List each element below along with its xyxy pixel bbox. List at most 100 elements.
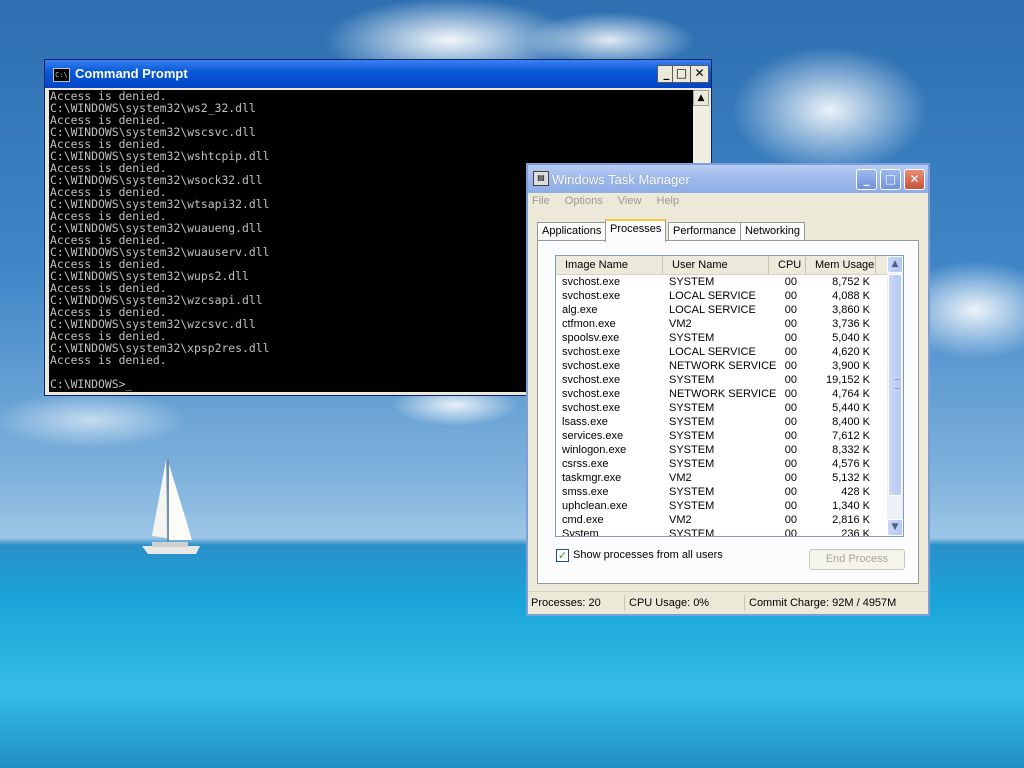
process-mem-usage: 19,152 K [825, 374, 870, 386]
process-user-name: SYSTEM [669, 430, 715, 442]
table-row[interactable]: lsass.exe SYSTEM 00 8,400 K [556, 415, 888, 429]
table-row[interactable]: taskmgr.exe VM2 00 5,132 K [556, 471, 888, 485]
process-list[interactable]: Image Name User Name CPU Mem Usage svcho… [555, 255, 904, 537]
process-list-scrollbar[interactable]: ▲ ▼ [887, 256, 903, 536]
table-row[interactable]: svchost.exe LOCAL SERVICE 00 4,088 K [556, 289, 888, 303]
task-manager-icon: ▤ [533, 171, 549, 186]
task-manager-titlebar[interactable]: ▤ Windows Task Manager _ □ ✕ [528, 165, 928, 193]
process-list-header: Image Name User Name CPU Mem Usage [556, 256, 888, 275]
process-mem-usage: 428 K [841, 486, 870, 498]
end-process-button[interactable]: End Process [809, 549, 905, 570]
process-user-name: SYSTEM [669, 374, 715, 386]
process-cpu: 00 [784, 276, 797, 288]
table-row[interactable]: cmd.exe VM2 00 2,816 K [556, 513, 888, 527]
process-user-name: LOCAL SERVICE [669, 346, 756, 358]
table-row[interactable]: smss.exe SYSTEM 00 428 K [556, 485, 888, 499]
menu-file[interactable]: File [532, 195, 550, 207]
process-mem-usage: 5,440 K [832, 402, 870, 414]
process-mem-usage: 8,752 K [832, 276, 870, 288]
table-row[interactable]: svchost.exe SYSTEM 00 5,440 K [556, 401, 888, 415]
process-user-name: SYSTEM [669, 332, 715, 344]
table-row[interactable]: spoolsv.exe SYSTEM 00 5,040 K [556, 331, 888, 345]
menu-help[interactable]: Help [657, 195, 680, 207]
show-all-users-checkbox[interactable]: ✓ [556, 549, 569, 562]
menu-options[interactable]: Options [565, 195, 603, 207]
process-mem-usage: 8,400 K [832, 416, 870, 428]
process-cpu: 00 [784, 332, 797, 344]
scroll-up-arrow-icon[interactable]: ▲ [693, 90, 709, 106]
table-row[interactable]: svchost.exe SYSTEM 00 19,152 K [556, 373, 888, 387]
processes-panel: Image Name User Name CPU Mem Usage svcho… [537, 240, 919, 584]
table-row[interactable]: uphclean.exe SYSTEM 00 1,340 K [556, 499, 888, 513]
status-bar: Processes: 20 CPU Usage: 0% Commit Charg… [528, 591, 928, 614]
process-image-name: lsass.exe [562, 416, 608, 428]
process-cpu: 00 [784, 360, 797, 372]
process-image-name: svchost.exe [562, 346, 621, 358]
scroll-thumb[interactable] [888, 274, 902, 496]
table-row[interactable]: svchost.exe SYSTEM 00 8,752 K [556, 275, 888, 289]
process-mem-usage: 8,332 K [832, 444, 870, 456]
task-manager-window[interactable]: ▤ Windows Task Manager _ □ ✕ File Option… [526, 163, 930, 616]
process-mem-usage: 7,612 K [832, 430, 870, 442]
process-cpu: 00 [784, 486, 797, 498]
process-user-name: VM2 [669, 514, 692, 526]
tab-applications[interactable]: Applications [537, 222, 607, 240]
scroll-down-arrow-icon[interactable]: ▼ [887, 519, 903, 536]
process-cpu: 00 [784, 430, 797, 442]
process-image-name: winlogon.exe [562, 444, 627, 456]
command-prompt-titlebar[interactable]: C:\ Command Prompt _ □ ✕ [45, 60, 711, 88]
table-row[interactable]: svchost.exe LOCAL SERVICE 00 4,620 K [556, 345, 888, 359]
process-image-name: spoolsv.exe [562, 332, 620, 344]
process-mem-usage: 4,576 K [832, 458, 870, 470]
process-mem-usage: 236 K [841, 528, 870, 537]
minimize-button[interactable]: _ [856, 169, 877, 190]
menu-bar: File Options View Help [532, 195, 691, 213]
maximize-button[interactable]: □ [672, 65, 691, 83]
tab-processes[interactable]: Processes [605, 219, 667, 242]
process-mem-usage: 5,040 K [832, 332, 870, 344]
table-row[interactable]: svchost.exe NETWORK SERVICE 00 3,900 K [556, 359, 888, 373]
process-cpu: 00 [784, 290, 797, 302]
column-cpu[interactable]: CPU [769, 256, 806, 274]
column-image-name[interactable]: Image Name [556, 256, 663, 274]
close-button[interactable]: ✕ [690, 65, 709, 83]
process-cpu: 00 [784, 500, 797, 512]
table-row[interactable]: csrss.exe SYSTEM 00 4,576 K [556, 457, 888, 471]
process-cpu: 00 [784, 388, 797, 400]
process-image-name: svchost.exe [562, 402, 621, 414]
process-mem-usage: 3,860 K [832, 304, 870, 316]
process-cpu: 00 [784, 416, 797, 428]
process-cpu: 00 [784, 374, 797, 386]
process-user-name: VM2 [669, 472, 692, 484]
process-user-name: NETWORK SERVICE [669, 388, 777, 400]
process-mem-usage: 1,340 K [832, 500, 870, 512]
scroll-up-arrow-icon[interactable]: ▲ [887, 256, 903, 273]
table-row[interactable]: services.exe SYSTEM 00 7,612 K [556, 429, 888, 443]
process-user-name: SYSTEM [669, 500, 715, 512]
process-cpu: 00 [784, 304, 797, 316]
table-row[interactable]: winlogon.exe SYSTEM 00 8,332 K [556, 443, 888, 457]
tab-networking[interactable]: Networking [740, 222, 806, 240]
sailboat-wallpaper-detail [142, 460, 200, 554]
close-button[interactable]: ✕ [904, 169, 925, 190]
tab-performance[interactable]: Performance [668, 222, 741, 240]
process-cpu: 00 [784, 528, 797, 537]
process-cpu: 00 [784, 346, 797, 358]
table-row[interactable]: svchost.exe NETWORK SERVICE 00 4,764 K [556, 387, 888, 401]
process-cpu: 00 [784, 514, 797, 526]
process-image-name: svchost.exe [562, 374, 621, 386]
process-user-name: LOCAL SERVICE [669, 304, 756, 316]
table-row[interactable]: alg.exe LOCAL SERVICE 00 3,860 K [556, 303, 888, 317]
process-image-name: ctfmon.exe [562, 318, 616, 330]
process-user-name: SYSTEM [669, 444, 715, 456]
menu-view[interactable]: View [618, 195, 642, 207]
process-mem-usage: 4,620 K [832, 346, 870, 358]
process-user-name: SYSTEM [669, 402, 715, 414]
column-mem-usage[interactable]: Mem Usage [806, 256, 876, 274]
process-user-name: NETWORK SERVICE [669, 360, 777, 372]
maximize-button[interactable]: □ [880, 169, 901, 190]
process-rows: svchost.exe SYSTEM 00 8,752 K svchost.exe LOC… [556, 275, 888, 537]
table-row[interactable]: System SYSTEM 00 236 K [556, 527, 888, 537]
table-row[interactable]: ctfmon.exe VM2 00 3,736 K [556, 317, 888, 331]
column-user-name[interactable]: User Name [663, 256, 769, 274]
